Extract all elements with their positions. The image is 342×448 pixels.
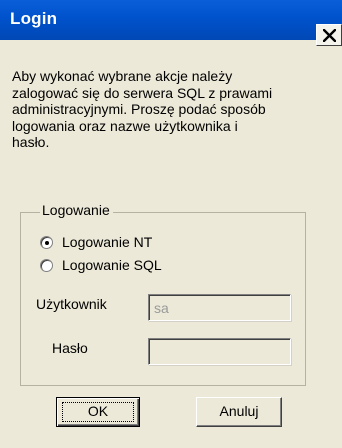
title-bar[interactable]: Login — [0, 0, 342, 40]
radio-nt-label[interactable]: Logowanie NT — [62, 234, 152, 250]
group-label: Logowanie — [40, 202, 113, 218]
password-input[interactable] — [148, 338, 291, 365]
ok-button-label: OK — [87, 403, 109, 419]
username-label: Użytkownik — [36, 296, 107, 312]
cancel-button[interactable]: Anuluj — [196, 397, 282, 427]
login-dialog: Login Aby wykonać wybrane akcje należy z… — [0, 0, 342, 448]
close-icon — [323, 29, 336, 42]
radio-button-icon[interactable] — [40, 259, 53, 272]
password-label: Hasło — [52, 340, 88, 356]
username-input[interactable]: sa — [148, 294, 291, 321]
description-text: Aby wykonać wybrane akcje należy zalogow… — [12, 68, 273, 150]
dialog-title: Login — [10, 9, 58, 28]
radio-selected-dot — [44, 240, 49, 245]
close-button[interactable] — [316, 24, 342, 46]
ok-button[interactable]: OK — [56, 397, 140, 427]
radio-sql-label[interactable]: Logowanie SQL — [62, 257, 162, 273]
cancel-button-label: Anuluj — [219, 403, 259, 419]
radio-button-icon[interactable] — [40, 236, 53, 249]
